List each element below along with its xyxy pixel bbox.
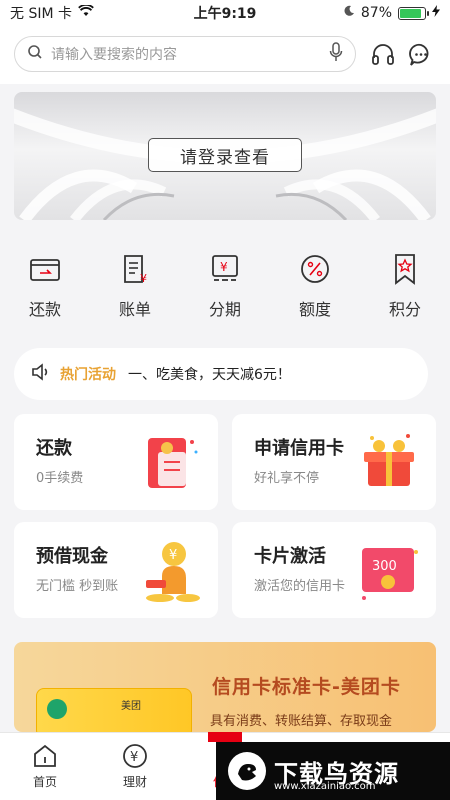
card-subtitle: 无门槛 秒到账 (36, 579, 119, 594)
login-button[interactable]: 请登录查看 (148, 138, 302, 172)
promo-title: 信用卡标准卡-美团卡 (212, 676, 401, 698)
card-repay-icon (28, 252, 62, 286)
card-cash-advance[interactable]: 预借现金 无门槛 秒到账 ¥ (14, 522, 218, 618)
tab-home[interactable]: 首页 (0, 733, 90, 800)
notice-tag: 热门活动 (60, 367, 116, 383)
money-bag-icon: ¥ (136, 536, 206, 606)
battery-icon (398, 6, 429, 20)
tab-label: 理财 (122, 775, 147, 789)
quick-label: 分期 (208, 300, 241, 319)
watermark-url: www.xiazainiao.com (274, 781, 376, 792)
search-input[interactable]: 请输入要搜索的内容 (14, 36, 356, 72)
gift-box-icon (354, 428, 424, 498)
coupon-300-icon: 300 (354, 536, 424, 606)
card-subtitle: 好礼享不停 (254, 471, 320, 486)
wifi-icon (78, 4, 94, 21)
promo-banner[interactable]: 美团 信用卡标准卡-美团卡 具有消费、转账结算、存取现金 (14, 642, 436, 732)
coupon-badge-text: 300 (372, 559, 397, 574)
promo-subtitle: 具有消费、转账结算、存取现金 (210, 714, 393, 729)
search-placeholder: 请输入要搜索的内容 (51, 47, 177, 63)
quick-label: 额度 (298, 300, 331, 319)
svg-text:¥: ¥ (220, 260, 228, 274)
quick-item-repay[interactable]: 还款 (0, 240, 90, 330)
speaker-icon (30, 361, 52, 387)
tab-label: 首页 (32, 775, 57, 789)
quick-menu: 还款 ¥ 账单 ¥ 分期 额度 积分 (0, 240, 450, 330)
battery-fill (400, 8, 421, 18)
quick-label: 账单 (118, 300, 151, 319)
notice-text: 一、吃美食，天天减6元！ (128, 367, 291, 383)
bottom-nav: 首页 ¥ 理财 信用 下载鸟资源 www.xiazainiao.com (0, 732, 450, 800)
bill-icon: ¥ (118, 252, 152, 286)
watermark: 下载鸟资源 www.xiazainiao.com (216, 742, 450, 800)
banner[interactable]: 请登录查看 (14, 92, 436, 220)
quick-item-bill[interactable]: ¥ 账单 (90, 240, 180, 330)
battery-percent: 87% (360, 5, 392, 21)
quick-label: 还款 (28, 300, 61, 319)
quick-item-points[interactable]: 积分 (360, 240, 450, 330)
points-icon (388, 252, 422, 286)
credit-card-image: 美团 (36, 688, 192, 732)
notice-bar[interactable]: 热门活动 一、吃美食，天天减6元！ (14, 348, 428, 400)
charging-icon (432, 5, 440, 21)
card-card-activation[interactable]: 卡片激活 激活您的信用卡 300 (232, 522, 436, 618)
microphone-icon[interactable] (329, 42, 343, 66)
search-icon (27, 44, 43, 64)
finance-icon: ¥ (122, 743, 148, 769)
card-apply-credit-card[interactable]: 申请信用卡 好礼享不停 (232, 414, 436, 510)
card-subtitle: 激活您的信用卡 (254, 579, 346, 594)
tab-finance[interactable]: ¥ 理财 (90, 733, 180, 800)
quick-label: 积分 (388, 300, 421, 319)
limit-icon (298, 252, 332, 286)
svg-text:¥: ¥ (169, 548, 177, 563)
header: 请输入要搜索的内容 (0, 26, 450, 84)
home-icon (32, 743, 58, 769)
installment-icon: ¥ (208, 252, 242, 286)
card-logo-icon (47, 699, 67, 719)
red-envelope-icon (136, 428, 206, 498)
card-repay[interactable]: 还款 0手续费 (14, 414, 218, 510)
svg-text:¥: ¥ (130, 750, 138, 765)
card-subtitle: 0手续费 (36, 471, 84, 486)
card-brand-text: 美团 (121, 701, 141, 712)
moon-icon (343, 5, 355, 21)
quick-item-limit[interactable]: 额度 (270, 240, 360, 330)
bird-logo-icon (228, 752, 266, 790)
status-bar: 无 SIM 卡 上午9:19 87% (0, 0, 450, 26)
svg-text:¥: ¥ (140, 272, 147, 285)
headset-icon[interactable] (370, 42, 396, 68)
quick-item-installment[interactable]: ¥ 分期 (180, 240, 270, 330)
carrier-label: 无 SIM 卡 (10, 6, 72, 22)
message-icon[interactable] (408, 42, 434, 68)
credit-tab-highlight (208, 732, 242, 742)
